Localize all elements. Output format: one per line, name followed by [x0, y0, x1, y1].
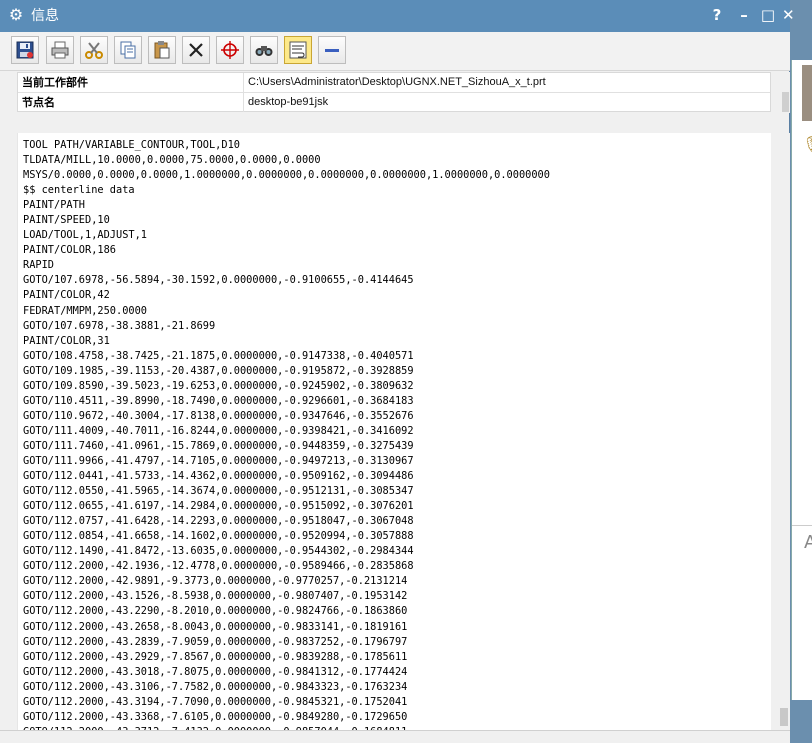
text-line: GOTO/112.2000,-43.1526,-8.5938,0.0000000…	[23, 590, 408, 603]
copy-icon	[120, 41, 136, 59]
column-divider	[243, 93, 244, 112]
text-line: GOTO/112.2000,-43.2929,-7.8567,0.0000000…	[23, 650, 408, 663]
title-bar[interactable]: ⚙ 信息 ? – □ ✕	[0, 0, 795, 32]
side-letter: A	[804, 532, 812, 553]
background-window: 🎙 A	[791, 60, 812, 700]
print-button[interactable]	[46, 36, 74, 64]
text-scrollbar[interactable]	[778, 133, 790, 730]
minimize-button[interactable]: –	[734, 5, 754, 25]
thumbnail-image	[802, 65, 812, 121]
text-line: $$ centerline data	[23, 184, 135, 197]
text-line: LOAD/TOOL,1,ADJUST,1	[23, 229, 147, 242]
text-line: GOTO/112.0550,-41.5965,-14.3674,0.000000…	[23, 485, 414, 498]
window-title: 信息	[31, 8, 59, 24]
text-line: RAPID	[23, 259, 54, 272]
collapse-button[interactable]	[318, 36, 346, 64]
text-line: PAINT/COLOR,42	[23, 289, 110, 302]
text-line: GOTO/110.9672,-40.3004,-17.8138,0.000000…	[23, 409, 414, 422]
text-line: GOTO/112.2000,-42.9891,-9.3773,0.0000000…	[23, 575, 408, 588]
gear-icon: ⚙	[8, 5, 24, 24]
text-line: FEDRAT/MMPM,250.0000	[23, 304, 147, 317]
column-divider	[243, 73, 244, 92]
text-line: PAINT/COLOR,186	[23, 244, 116, 257]
info-key: 节点名	[22, 96, 55, 109]
info-value: desktop-be91jsk	[248, 96, 329, 108]
close-button[interactable]: ✕	[782, 5, 795, 25]
save-icon	[16, 41, 34, 59]
text-line: GOTO/112.2000,-43.2839,-7.9059,0.0000000…	[23, 635, 408, 648]
text-line: GOTO/112.2000,-43.3018,-7.8075,0.0000000…	[23, 665, 408, 678]
scrollbar-thumb[interactable]	[782, 92, 789, 112]
scissors-icon	[85, 42, 103, 59]
binoculars-icon	[255, 46, 273, 56]
toolpath-text: TOOL PATH/VARIABLE_CONTOUR,TOOL,D10 TLDA…	[18, 133, 771, 730]
text-line: PAINT/PATH	[23, 199, 85, 212]
text-line: GOTO/112.0441,-41.5733,-14.4362,0.000000…	[23, 470, 414, 483]
text-line: GOTO/112.0854,-41.6658,-14.1602,0.000000…	[23, 530, 414, 543]
crosshair-icon	[221, 41, 239, 59]
text-line: GOTO/112.2000,-43.3368,-7.6105,0.0000000…	[23, 710, 408, 723]
divider	[792, 525, 812, 526]
printer-icon	[51, 41, 69, 59]
help-button[interactable]: ?	[707, 5, 727, 25]
toolbar	[0, 32, 790, 71]
text-line: GOTO/112.2000,-43.2290,-8.2010,0.0000000…	[23, 605, 408, 618]
text-line: GOTO/109.1985,-39.1153,-20.4387,0.000000…	[23, 364, 414, 377]
text-line: GOTO/107.6978,-38.3881,-21.8699	[23, 319, 216, 332]
cut-button[interactable]	[80, 36, 108, 64]
text-line: GOTO/112.2000,-43.3194,-7.7090,0.0000000…	[23, 695, 408, 708]
text-line: GOTO/112.0757,-41.6428,-14.2293,0.000000…	[23, 515, 414, 528]
text-line: GOTO/111.9966,-41.4797,-14.7105,0.000000…	[23, 454, 414, 467]
wrap-text-icon	[289, 41, 307, 59]
text-line: GOTO/112.0655,-41.6197,-14.2984,0.000000…	[23, 500, 414, 513]
status-strip	[0, 730, 790, 743]
text-line: GOTO/110.4511,-39.8990,-18.7490,0.000000…	[23, 394, 414, 407]
text-line: TLDATA/MILL,10.0000,0.0000,75.0000,0.000…	[23, 154, 321, 167]
crosshair-button[interactable]	[216, 36, 244, 64]
copy-button[interactable]	[114, 36, 142, 64]
info-window: ⚙ 信息 ? – □ ✕ 当前工作部件 C:\Users\Administrat…	[0, 0, 795, 743]
text-line: GOTO/111.4009,-40.7011,-16.8244,0.000000…	[23, 424, 414, 437]
find-button[interactable]	[250, 36, 278, 64]
text-line: TOOL PATH/VARIABLE_CONTOUR,TOOL,D10	[23, 139, 240, 151]
info-row-node-name: 节点名 desktop-be91jsk	[18, 93, 770, 112]
text-line: GOTO/111.7460,-41.0961,-15.7869,0.000000…	[23, 439, 414, 452]
microphone-icon: 🎙	[802, 135, 812, 154]
save-button[interactable]	[11, 36, 39, 64]
wrap-text-button[interactable]	[284, 36, 312, 64]
info-key: 当前工作部件	[22, 76, 88, 89]
text-line: GOTO/112.2000,-43.3106,-7.7582,0.0000000…	[23, 680, 408, 693]
text-line: MSYS/0.0000,0.0000,0.0000,1.0000000,0.00…	[23, 169, 550, 182]
minus-icon	[325, 49, 339, 52]
scrollbar-thumb[interactable]	[780, 708, 788, 726]
info-table: 当前工作部件 C:\Users\Administrator\Desktop\UG…	[17, 72, 771, 112]
text-line: GOTO/112.2000,-43.2658,-8.0043,0.0000000…	[23, 620, 408, 633]
text-line: GOTO/112.2000,-42.1936,-12.4778,0.000000…	[23, 560, 414, 573]
info-row-work-part: 当前工作部件 C:\Users\Administrator\Desktop\UG…	[18, 73, 770, 93]
delete-button[interactable]	[182, 36, 210, 64]
text-line: GOTO/108.4758,-38.7425,-21.1875,0.000000…	[23, 349, 414, 362]
text-line: PAINT/SPEED,10	[23, 214, 110, 227]
info-text-area[interactable]: TOOL PATH/VARIABLE_CONTOUR,TOOL,D10 TLDA…	[17, 133, 771, 730]
info-scrollbar[interactable]	[781, 72, 790, 113]
delete-icon	[189, 43, 203, 57]
maximize-button[interactable]: □	[758, 5, 778, 25]
paste-icon	[154, 41, 170, 59]
paste-button[interactable]	[148, 36, 176, 64]
info-value: C:\Users\Administrator\Desktop\UGNX.NET_…	[248, 76, 546, 88]
text-line: GOTO/107.6978,-56.5894,-30.1592,0.000000…	[23, 274, 414, 287]
text-line: PAINT/COLOR,31	[23, 334, 110, 347]
text-line: GOTO/112.1490,-41.8472,-13.6035,0.000000…	[23, 545, 414, 558]
text-line: GOTO/109.8590,-39.5023,-19.6253,0.000000…	[23, 379, 414, 392]
